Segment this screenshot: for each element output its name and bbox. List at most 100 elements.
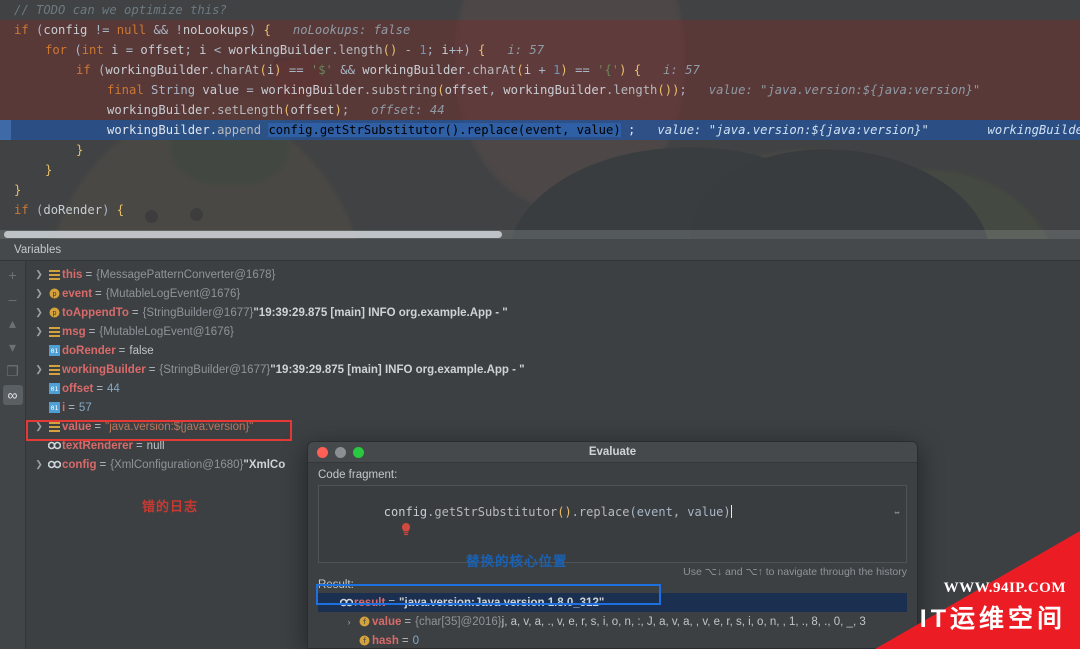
code-line-text: if (workingBuilder.charAt(i) == '$' && w…	[14, 63, 700, 77]
code-line[interactable]: if (config != null && !noLookups) { noLo…	[0, 20, 1080, 40]
variable-row[interactable]: ❯ value = "java.version:${java:version}"	[26, 417, 1080, 436]
code-token-ident: workingBuilder	[503, 83, 607, 97]
field-icon	[46, 269, 62, 280]
result-row[interactable]: › f value = {char[35]@2016} j, a, v, a, ., v…	[318, 612, 907, 631]
variable-row[interactable]: ❯ p toAppendTo = {StringBuilder@1677} "19:39…	[26, 303, 1080, 322]
code-fragment-input[interactable]: config.getStrSubstitutor().replace(event…	[318, 485, 907, 563]
variable-name: doRender	[62, 344, 116, 357]
code-line[interactable]: workingBuilder.setLength(offset); offset…	[0, 100, 1080, 120]
chevron-right-icon[interactable]: ›	[342, 617, 356, 627]
variables-tab-header[interactable]: Variables	[0, 239, 1080, 261]
chevron-right-icon[interactable]: ❯	[32, 326, 46, 337]
variable-name: value	[62, 420, 92, 433]
chevron-right-icon[interactable]: ❯	[32, 364, 46, 375]
code-token-ident: workingBuilder	[228, 43, 332, 57]
watch-icon	[46, 460, 62, 469]
code-token-brace: {	[116, 203, 125, 217]
variable-name: toAppendTo	[62, 306, 129, 319]
code-token-ident: workingBuilder	[107, 123, 210, 137]
code-token-plain: <	[206, 43, 229, 57]
code-token-plain: +	[531, 63, 554, 77]
code-token-keyword: if	[14, 23, 29, 37]
variable-row[interactable]: ❯ this = {MessagePatternConverter@1678}	[26, 265, 1080, 284]
ide-window: // TODO can we optimize this? if (config …	[0, 0, 1080, 649]
code-line[interactable]: workingBuilder.append config.getStrSubst…	[0, 120, 1080, 140]
code-token-brace: )	[560, 63, 568, 77]
code-token-plain: !=	[87, 23, 117, 37]
field-icon	[46, 421, 62, 432]
code-token-plain: )	[248, 23, 264, 37]
watermark-url: WWW.94IP.COM	[943, 580, 1066, 596]
svg-text:f: f	[362, 637, 366, 645]
code-token-inline: i: 57	[485, 43, 545, 57]
variable-value: 44	[107, 382, 120, 395]
chevron-down-icon[interactable]: ⌄	[324, 597, 338, 608]
add-watch-button[interactable]: +	[3, 265, 23, 285]
dialog-titlebar[interactable]: Evaluate	[308, 442, 917, 463]
copy-value-button[interactable]: ❐	[3, 361, 23, 381]
move-up-button[interactable]: ▴	[3, 313, 23, 333]
variable-row[interactable]: ❯ p event = {MutableLogEvent@1676}	[26, 284, 1080, 303]
expand-editor-icon[interactable]: ⬌	[894, 508, 900, 519]
variables-toolbar[interactable]: + – ▴ ▾ ❐ ∞	[0, 261, 26, 649]
editor-horizontal-scrollbar[interactable]	[0, 230, 1080, 239]
scrollbar-thumb[interactable]	[4, 231, 502, 238]
code-token-plain: (	[28, 23, 44, 37]
variable-row[interactable]: ❯ workingBuilder = {StringBuilder@1677} "19…	[26, 360, 1080, 379]
code-line[interactable]: final String value = workingBuilder.subs…	[0, 80, 1080, 100]
code-token-plain: ;	[679, 83, 687, 97]
chevron-right-icon[interactable]: ❯	[32, 459, 46, 470]
code-editor[interactable]: // TODO can we optimize this? if (config …	[0, 0, 1080, 232]
result-value: "java.version:Java version 1.8.0_312"	[399, 596, 605, 609]
code-line-text: }	[14, 143, 83, 157]
code-line[interactable]: if (doRender) {	[0, 200, 1080, 220]
variable-row[interactable]: ❯01offset=44	[26, 379, 1080, 398]
code-token-keyword: if	[14, 203, 29, 217]
equals-sign: =	[388, 596, 396, 609]
code-line[interactable]: if (workingBuilder.charAt(i) == '$' && w…	[0, 60, 1080, 80]
code-line[interactable]: }	[0, 180, 1080, 200]
move-down-button[interactable]: ▾	[3, 337, 23, 357]
variable-value: "19:39:29.875 [main] INFO org.example.Ap…	[270, 363, 525, 376]
code-token-plain: ;	[620, 123, 636, 137]
evaluate-dialog[interactable]: Evaluate Code fragment: config.getStrSub…	[307, 441, 918, 649]
chevron-right-icon[interactable]: ❯	[32, 307, 46, 318]
result-type: {char[35]@2016}	[415, 615, 502, 628]
result-row[interactable]: f hash = 0	[318, 631, 907, 648]
variable-row[interactable]: ❯01doRender=false	[26, 341, 1080, 360]
chevron-right-icon[interactable]: ❯	[32, 269, 46, 280]
equals-sign: =	[88, 325, 96, 338]
code-token-brace: )	[334, 103, 342, 117]
variable-type: {MutableLogEvent@1676}	[99, 325, 234, 338]
code-token-method: charAt	[472, 63, 517, 77]
text-caret	[730, 505, 732, 518]
error-warning-icon	[328, 509, 411, 536]
equals-sign: =	[404, 615, 412, 628]
remove-watch-button[interactable]: –	[3, 289, 23, 309]
watches-toggle-button[interactable]: ∞	[2, 385, 23, 405]
result-row[interactable]: ⌄ result = "java.version:Java version 1.8.0…	[318, 593, 907, 612]
chevron-right-icon[interactable]: ❯	[32, 421, 46, 432]
code-token-plain: ++)	[448, 43, 479, 57]
svg-text:01: 01	[50, 347, 58, 355]
param-icon: p	[46, 307, 62, 318]
code-line[interactable]: }	[0, 160, 1080, 180]
code-line[interactable]: }	[0, 140, 1080, 160]
variable-row[interactable]: ❯ msg = {MutableLogEvent@1676}	[26, 322, 1080, 341]
code-token-inline: i: 57	[641, 63, 700, 77]
code-token-inline: noLookups: false	[270, 23, 411, 37]
code-line[interactable]: // TODO can we optimize this?	[0, 0, 1080, 20]
code-token-plain: .	[209, 103, 218, 117]
variable-row[interactable]: ❯01i=57	[26, 398, 1080, 417]
code-method-2: replace	[578, 505, 630, 519]
code-token-plain: (	[90, 63, 106, 77]
field-amber-icon: f	[356, 616, 372, 627]
result-tree[interactable]: ⌄ result = "java.version:Java version 1.8.0…	[318, 593, 907, 648]
variable-value: null	[146, 439, 165, 452]
code-token-method: setLength	[217, 103, 284, 117]
execution-pointer-icon	[0, 120, 11, 140]
chevron-right-icon[interactable]: ❯	[32, 288, 46, 299]
code-line-text: if (config != null && !noLookups) { noLo…	[14, 23, 410, 37]
code-line[interactable]: for (int i = offset; i < workingBuilder.…	[0, 40, 1080, 60]
code-token-brace: ()	[382, 43, 398, 57]
